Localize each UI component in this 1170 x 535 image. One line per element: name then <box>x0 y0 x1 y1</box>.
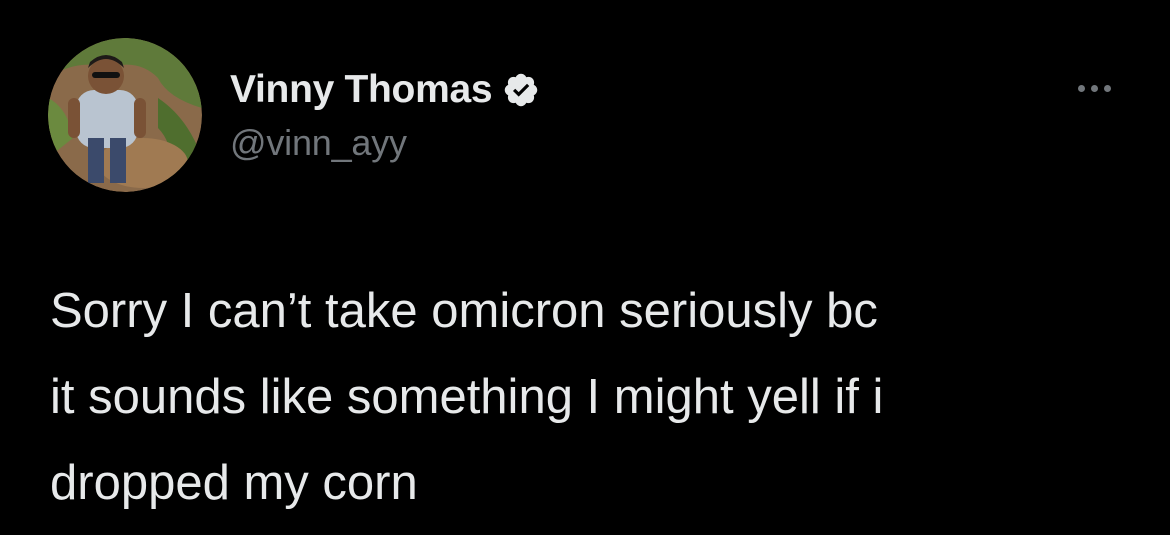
tweet-card[interactable]: Vinny Thomas @vinn_ayy Sorry I can’t tak… <box>0 0 1170 535</box>
display-name[interactable]: Vinny Thomas <box>230 68 493 112</box>
tweet-text-line: dropped my corn <box>50 456 418 510</box>
tweet-text-line: Sorry I can’t take omicron seriously bc <box>50 284 878 338</box>
profile-photo <box>48 38 202 192</box>
author-row[interactable]: Vinny Thomas <box>230 66 540 114</box>
tweet-text: Sorry I can’t take omicron seriously bc … <box>50 268 1130 526</box>
ellipsis-icon[interactable] <box>1070 74 1118 102</box>
username-handle[interactable]: @vinn_ayy <box>230 122 407 164</box>
avatar[interactable] <box>48 38 202 192</box>
verified-badge-icon <box>502 71 540 109</box>
tweet-text-line: it sounds like something I might yell if… <box>50 370 884 424</box>
